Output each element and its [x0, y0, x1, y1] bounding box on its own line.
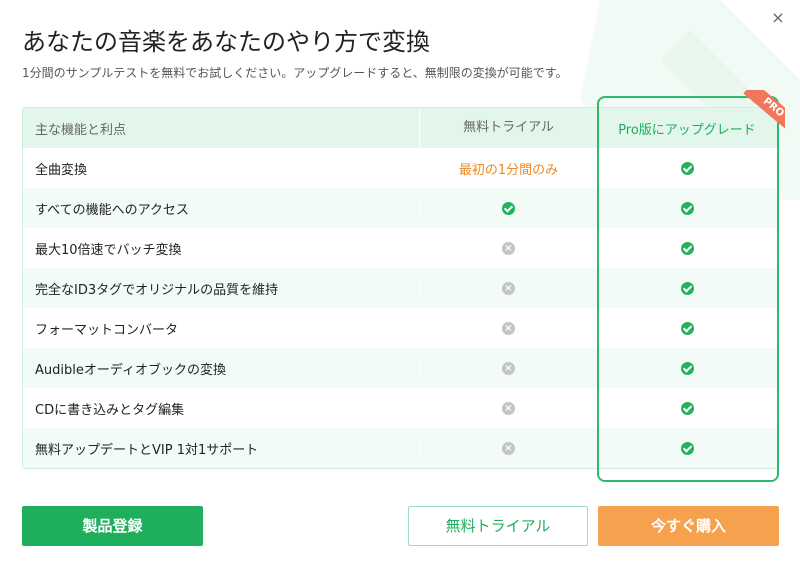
table-row: すべての機能へのアクセス	[23, 188, 777, 228]
pro-ribbon-badge: PRO	[735, 90, 785, 130]
feature-label: フォーマットコンバータ	[35, 322, 179, 338]
register-button[interactable]: 製品登録	[22, 506, 203, 546]
cross-icon: ×	[502, 441, 515, 455]
table-row: 最大10倍速でバッチ変換 ×	[23, 228, 777, 268]
trial-cell: 最初の1分間のみ	[419, 158, 597, 178]
trial-cell: ×	[419, 440, 597, 456]
feature-label: 完全なID3タグでオリジナルの品質を維持	[35, 282, 279, 298]
pro-ribbon-label: PRO	[743, 90, 785, 130]
pro-cell	[597, 241, 777, 256]
check-icon	[680, 161, 694, 175]
feature-label: すべての機能へのアクセス	[35, 202, 189, 218]
pro-cell	[597, 361, 777, 376]
page-title: あなたの音楽をあなたのやり方で変換	[22, 28, 430, 56]
close-button[interactable]: ×	[770, 10, 786, 26]
pro-cell	[597, 321, 777, 336]
feature-label: 最大10倍速でバッチ変換	[35, 242, 182, 258]
cross-icon: ×	[502, 321, 515, 335]
table-row: Audibleオーディオブックの変換 ×	[23, 348, 777, 388]
trial-cell: ×	[419, 280, 597, 296]
check-icon	[680, 321, 694, 335]
trial-cell: ×	[419, 320, 597, 336]
check-icon	[680, 241, 694, 255]
column-header-trial: 無料トライアル	[419, 108, 597, 148]
trial-cell	[419, 200, 597, 216]
table-row: 無料アップデートとVIP 1対1サポート ×	[23, 428, 777, 468]
cross-icon: ×	[502, 241, 515, 255]
check-icon	[680, 361, 694, 375]
cross-icon: ×	[502, 281, 515, 295]
cross-icon: ×	[502, 401, 515, 415]
pro-cell	[597, 281, 777, 296]
feature-label: Audibleオーディオブックの変換	[35, 362, 226, 378]
feature-label: 全曲変換	[35, 162, 88, 178]
pro-cell	[597, 201, 777, 216]
page-subtitle: 1分間のサンプルテストを無料でお試しください。アップグレードすると、無制限の変換…	[22, 66, 568, 80]
table-row: 全曲変換 最初の1分間のみ	[23, 148, 777, 188]
pro-cell	[597, 401, 777, 416]
table-header-row: 主な機能と利点 無料トライアル Pro版にアップグレード	[23, 108, 777, 148]
trial-cell: ×	[419, 240, 597, 256]
check-icon	[680, 401, 694, 415]
check-icon	[680, 281, 694, 295]
feature-label: 無料アップデートとVIP 1対1サポート	[35, 442, 259, 458]
comparison-table: 主な機能と利点 無料トライアル Pro版にアップグレード 全曲変換 最初の1分間の…	[22, 107, 778, 469]
column-header-features: 主な機能と利点	[35, 122, 127, 138]
table-row: CDに書き込みとタグ編集 ×	[23, 388, 777, 428]
cross-icon: ×	[502, 361, 515, 375]
free-trial-button[interactable]: 無料トライアル	[408, 506, 588, 546]
table-row: フォーマットコンバータ ×	[23, 308, 777, 348]
table-body: 全曲変換 最初の1分間のみ すべての機能へのアクセス 最大10倍速でバッチ変換 × 完全な…	[23, 148, 777, 468]
table-row: 完全なID3タグでオリジナルの品質を維持 ×	[23, 268, 777, 308]
trial-cell: ×	[419, 400, 597, 416]
check-icon	[680, 441, 694, 455]
buy-now-button[interactable]: 今すぐ購入	[598, 506, 779, 546]
trial-cell: ×	[419, 360, 597, 376]
feature-label: CDに書き込みとタグ編集	[35, 402, 185, 418]
pro-cell	[597, 441, 777, 456]
pro-cell	[597, 161, 777, 176]
trial-limit-text: 最初の1分間のみ	[458, 162, 559, 178]
check-icon	[680, 201, 694, 215]
check-icon	[502, 201, 515, 215]
